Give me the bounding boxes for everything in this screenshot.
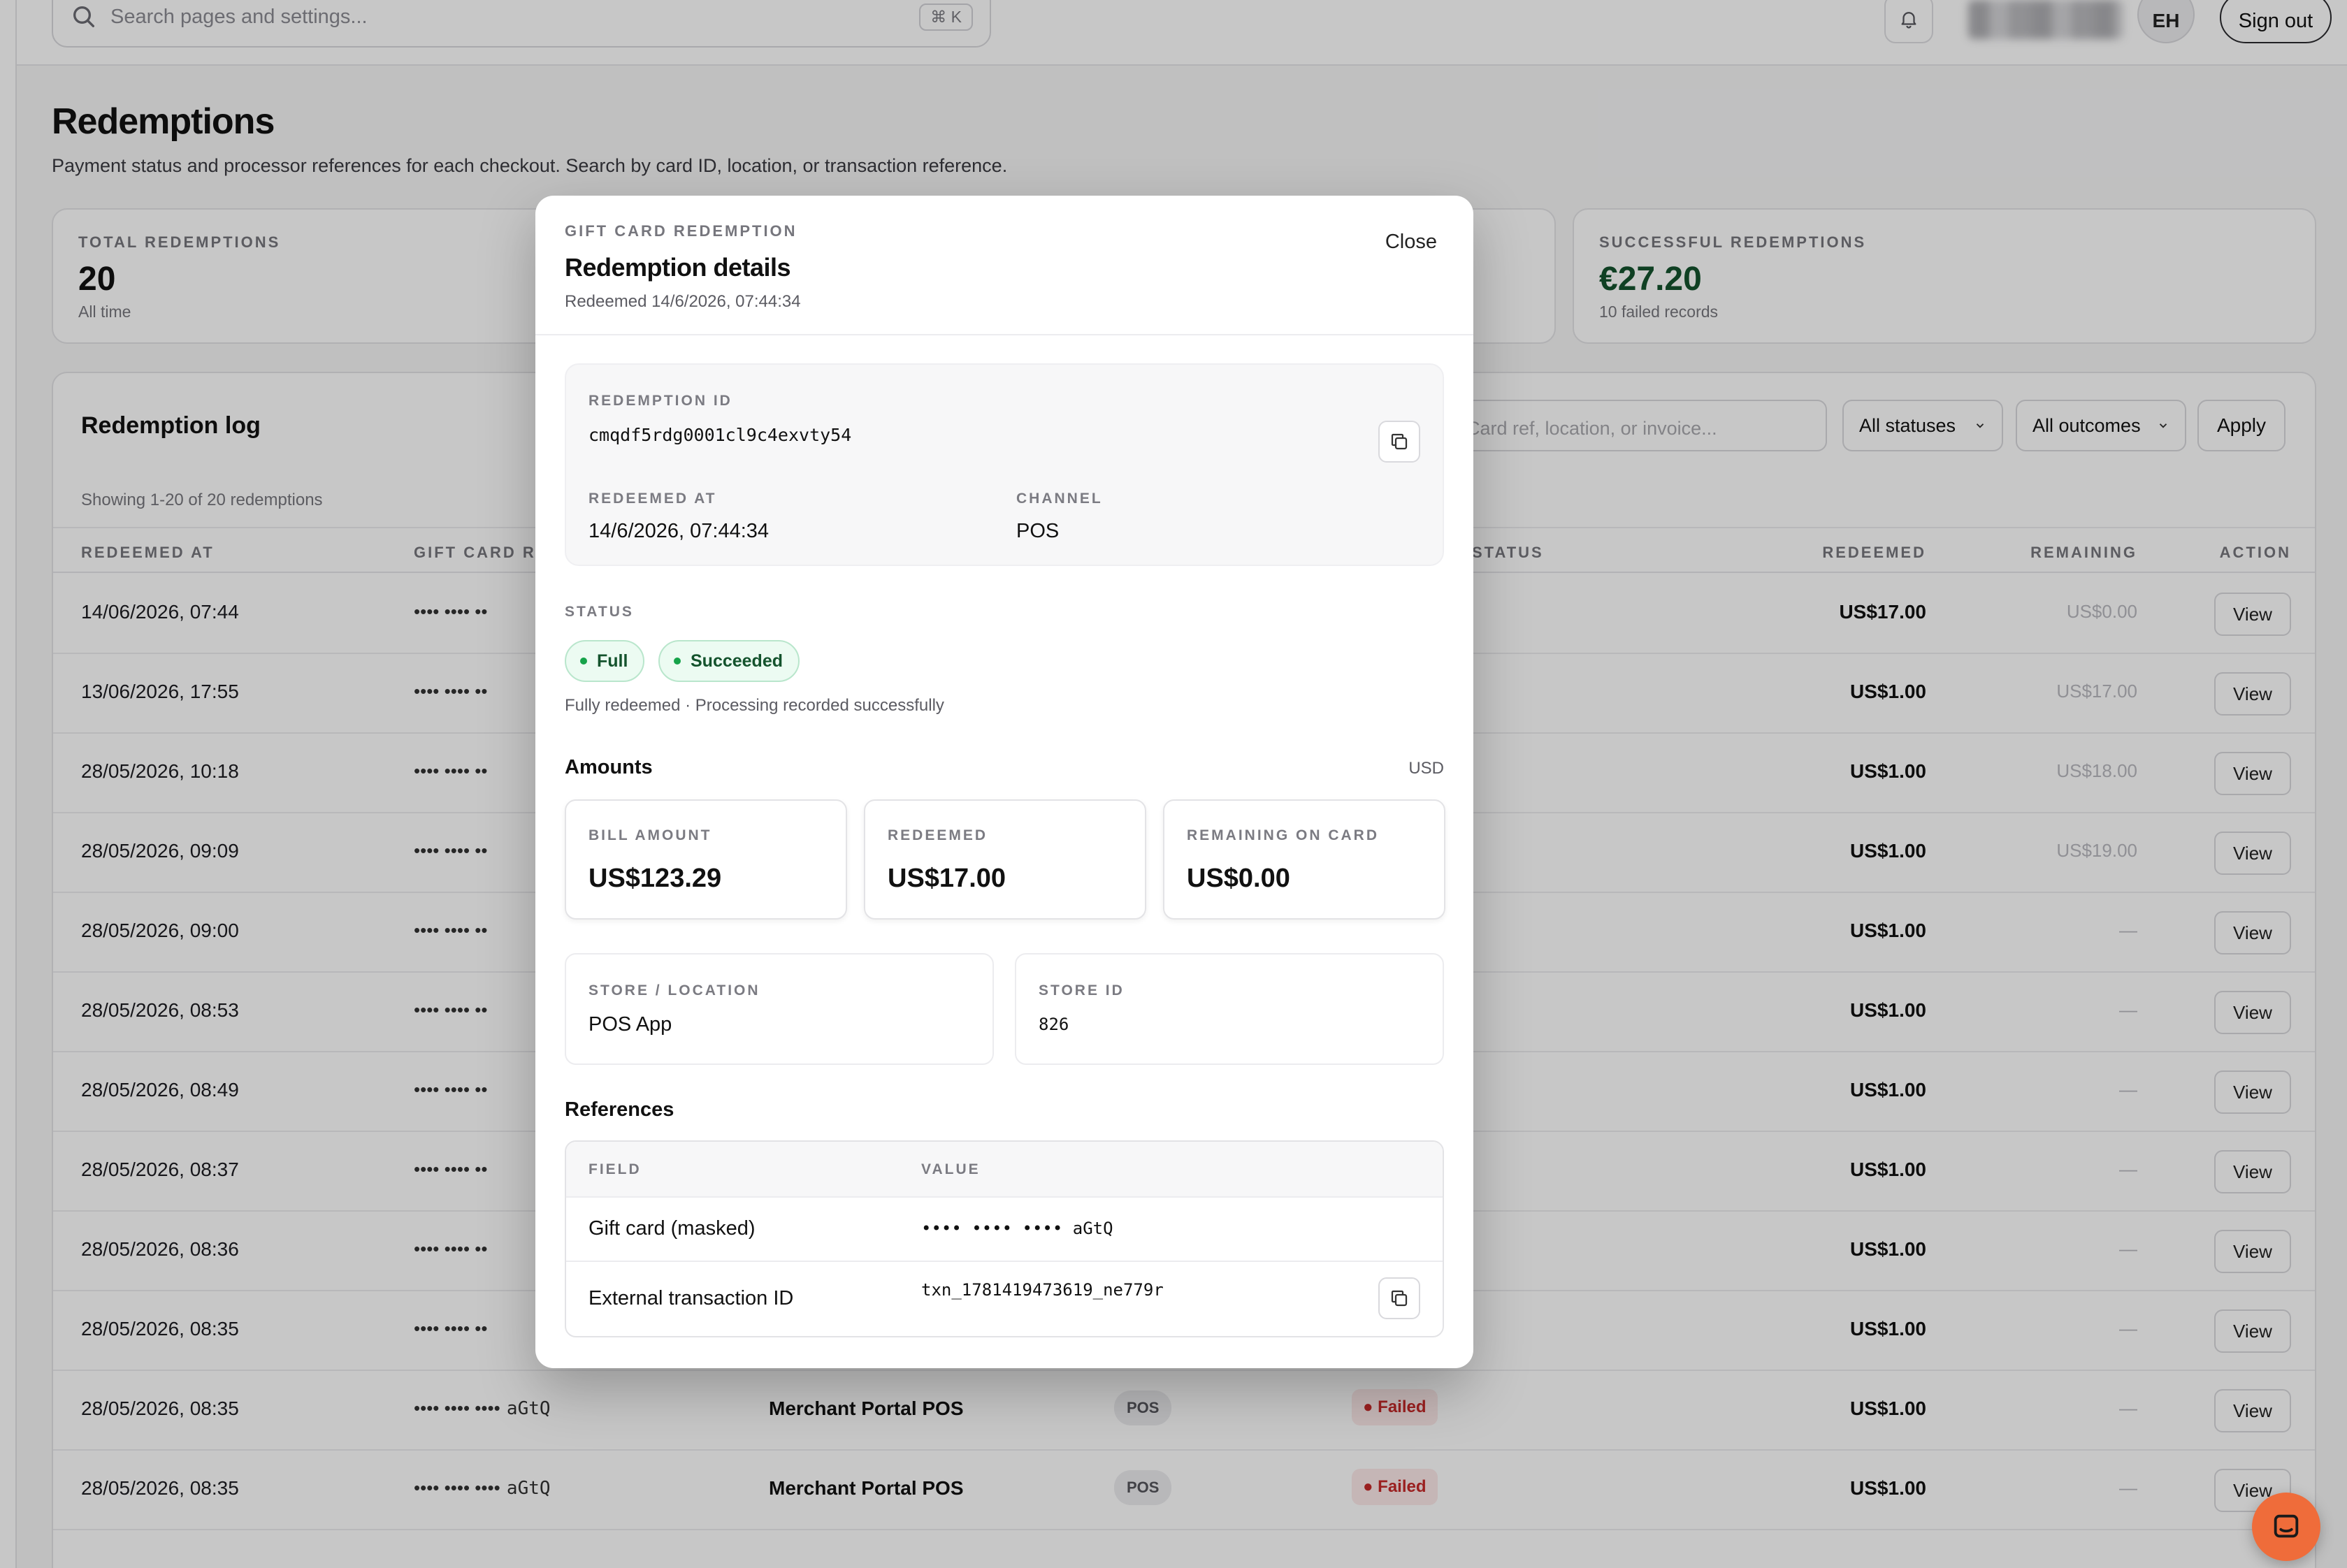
chat-icon <box>2274 1514 2299 1538</box>
currency-code: USD <box>1408 759 1444 778</box>
references-header: FIELD VALUE <box>566 1142 1443 1198</box>
status-dot <box>580 658 587 665</box>
reference-row: Gift card (masked) •••• •••• •••• aGtQ <box>566 1198 1443 1261</box>
remaining-amount-card: REMAINING ON CARD US$0.00 <box>1163 799 1445 920</box>
store-id-label: STORE ID <box>1039 982 1125 999</box>
bill-amount-card: BILL AMOUNT US$123.29 <box>565 799 847 920</box>
status-succeeded-text: Succeeded <box>691 651 783 671</box>
amounts-title: Amounts <box>565 756 653 778</box>
redeemed-at-value: 14/6/2026, 07:44:34 <box>588 520 770 542</box>
dialog-title: Redemption details <box>565 253 791 282</box>
close-button[interactable]: Close <box>1385 231 1437 254</box>
references-table: FIELD VALUE Gift card (masked) •••• ••••… <box>565 1140 1444 1337</box>
store-id-value: 826 <box>1039 1015 1069 1034</box>
reference-field: External transaction ID <box>588 1287 794 1309</box>
redeemed-amount-card: REDEEMED US$17.00 <box>864 799 1146 920</box>
status-badge-full: Full <box>565 640 645 682</box>
redemption-id-value: cmqdf5rdg0001cl9c4exvty54 <box>588 425 852 445</box>
reference-value: txn_1781419473619_ne779r <box>921 1280 1164 1300</box>
status-badge-succeeded: Succeeded <box>658 640 800 682</box>
ref-field-header: FIELD <box>588 1161 642 1177</box>
remaining-amount-value: US$0.00 <box>1187 864 1290 893</box>
store-location-label: STORE / LOCATION <box>588 982 760 999</box>
status-note: Fully redeemed · Processing recorded suc… <box>565 696 944 715</box>
ref-value-header: VALUE <box>921 1161 981 1177</box>
redemption-details-dialog: GIFT CARD REDEMPTION Redemption details … <box>535 196 1473 1368</box>
bill-amount-label: BILL AMOUNT <box>588 827 712 843</box>
copy-redemption-id-button[interactable] <box>1378 421 1420 463</box>
redeemed-at-label: REDEEMED AT <box>588 491 717 507</box>
store-location-value: POS App <box>588 1013 672 1036</box>
dialog-header: GIFT CARD REDEMPTION Redemption details … <box>535 196 1473 335</box>
reference-field: Gift card (masked) <box>588 1217 756 1240</box>
copy-transaction-id-button[interactable] <box>1378 1277 1420 1319</box>
reference-value: •••• •••• •••• aGtQ <box>921 1219 1113 1238</box>
redemption-id-panel: REDEMPTION ID cmqdf5rdg0001cl9c4exvty54 … <box>565 363 1444 566</box>
dialog-eyebrow: GIFT CARD REDEMPTION <box>565 222 797 240</box>
reference-row: External transaction ID txn_178141947361… <box>566 1261 1443 1336</box>
chat-launcher-button[interactable] <box>2252 1493 2320 1561</box>
status-full-text: Full <box>597 651 628 671</box>
redemption-id-label: REDEMPTION ID <box>588 393 732 409</box>
status-label: STATUS <box>565 604 634 620</box>
channel-label: CHANNEL <box>1016 491 1103 507</box>
copy-icon <box>1391 433 1408 450</box>
store-location-card: STORE / LOCATION POS App <box>565 953 994 1065</box>
channel-value: POS <box>1016 520 1060 542</box>
copy-icon <box>1391 1290 1408 1307</box>
remaining-amount-label: REMAINING ON CARD <box>1187 827 1379 843</box>
status-dot <box>674 658 681 665</box>
dialog-subtitle: Redeemed 14/6/2026, 07:44:34 <box>565 292 801 311</box>
bill-amount-value: US$123.29 <box>588 864 722 893</box>
store-id-card: STORE ID 826 <box>1015 953 1444 1065</box>
references-title: References <box>565 1098 674 1121</box>
redeemed-amount-label: REDEEMED <box>888 827 988 843</box>
redeemed-amount-value: US$17.00 <box>888 864 1006 893</box>
